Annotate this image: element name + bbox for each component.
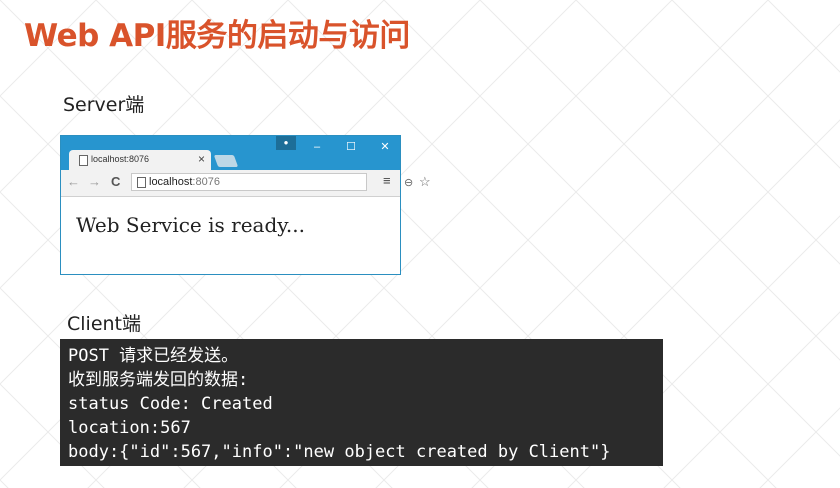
console-output: POST 请求已经发送。 收到服务端发回的数据: status Code: Cr… [60, 339, 663, 466]
console-line: body:{"id":567,"info":"new object create… [68, 442, 611, 462]
server-section-label: Server端 [63, 94, 145, 116]
console-line: status Code: Created [68, 394, 273, 414]
url-port: :8076 [192, 176, 220, 188]
browser-window: localhost:8076 × ● – ☐ ✕ ← → C localhost… [60, 135, 431, 275]
browser-titlebar[interactable]: localhost:8076 × ● – ☐ ✕ [61, 136, 400, 170]
new-tab-button[interactable] [213, 155, 239, 167]
address-bar[interactable]: localhost:8076 ⊖ ☆ [131, 173, 431, 191]
page-icon [79, 155, 88, 166]
client-section-label: Client端 [67, 313, 142, 335]
browser-tab[interactable]: localhost:8076 × [69, 150, 211, 170]
console-line: 收到服务端发回的数据: [68, 370, 249, 390]
menu-icon[interactable]: ≡ [383, 174, 391, 188]
minimize-button[interactable]: – [306, 139, 328, 155]
page-info-icon[interactable] [137, 177, 146, 188]
page-content-text: Web Service is ready... [76, 213, 305, 237]
browser-toolbar: ← → C localhost:8076 ⊖ ☆ ≡ [61, 170, 431, 197]
reload-icon[interactable]: C [111, 175, 120, 189]
tab-close-icon[interactable]: × [198, 152, 205, 166]
forward-arrow-icon[interactable]: → [88, 175, 101, 189]
person-icon[interactable]: ● [276, 136, 296, 150]
zoom-icon[interactable]: ⊖ [404, 176, 413, 189]
url-text: localhost:8076 [149, 176, 220, 188]
slide-title: Web API服务的启动与访问 [24, 18, 410, 54]
close-window-button[interactable]: ✕ [374, 139, 396, 155]
tab-title: localhost:8076 [91, 154, 150, 164]
url-host: localhost [149, 176, 193, 188]
maximize-button[interactable]: ☐ [340, 139, 362, 155]
console-line: POST 请求已经发送。 [68, 346, 239, 366]
bookmark-star-icon[interactable]: ☆ [419, 174, 431, 190]
console-line: location:567 [68, 418, 191, 438]
back-arrow-icon[interactable]: ← [67, 175, 80, 189]
